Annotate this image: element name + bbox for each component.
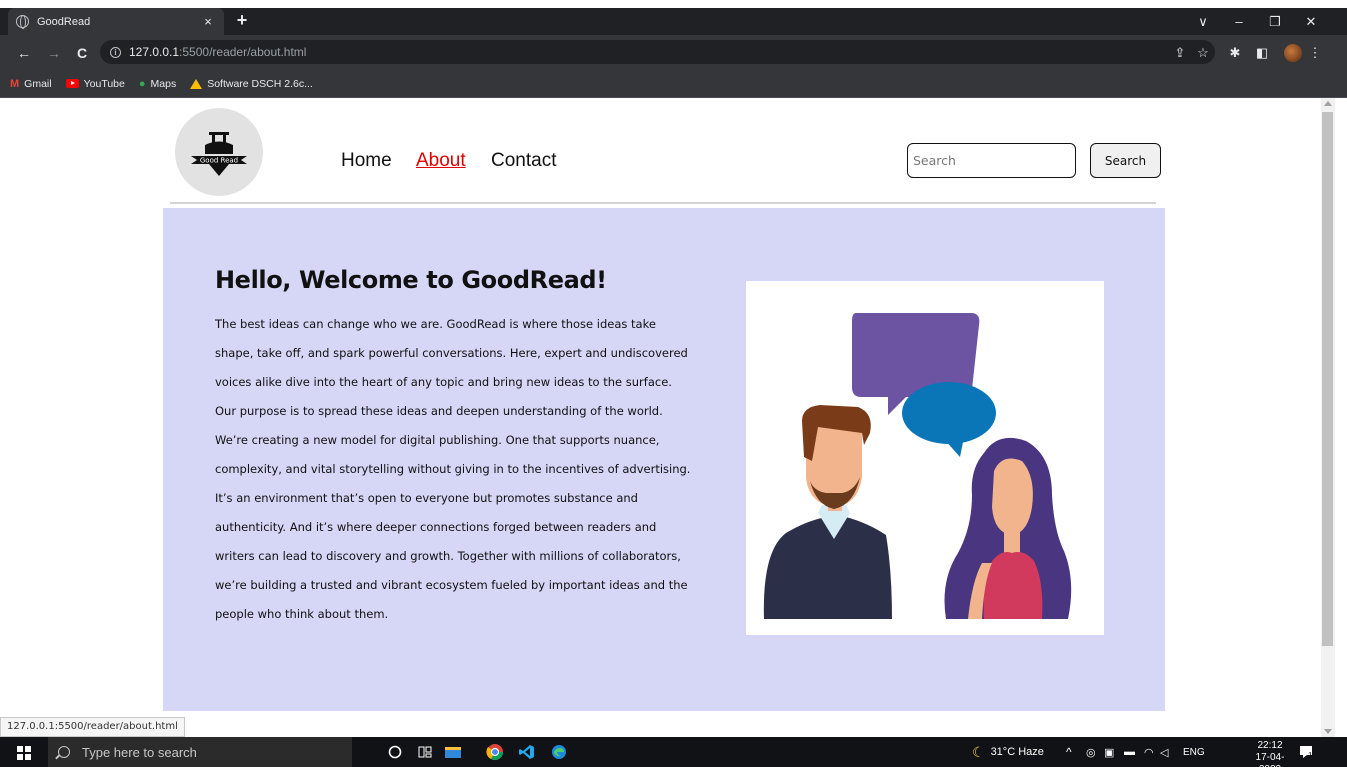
search-button[interactable]: Search — [1090, 143, 1161, 178]
link-status-bubble: 127.0.0.1:5500/reader/about.html — [0, 717, 185, 737]
logo-text: Good Read — [200, 157, 238, 165]
pen-nib-logo-icon: Good Read — [191, 132, 247, 176]
bookmark-label: Maps — [150, 77, 177, 90]
hero-title: Hello, Welcome to GoodRead! — [215, 266, 607, 294]
windows-taskbar: Type here to search ☾ 31°C Haze ^ ◎ ▣ ▬ … — [0, 737, 1347, 767]
taskbar-search[interactable]: Type here to search — [48, 737, 352, 767]
battery-icon[interactable]: ▬ — [1124, 737, 1135, 767]
meet-now-icon[interactable]: ◎ — [1086, 737, 1096, 767]
youtube-icon — [65, 79, 79, 88]
nav-contact[interactable]: Contact — [491, 150, 556, 172]
cropped-top-strip — [0, 0, 1347, 8]
bookmark-gmail[interactable]: M Gmail — [10, 78, 52, 90]
hero-text: The best ideas can change who we are. Go… — [215, 310, 695, 629]
minimize-button[interactable]: – — [1222, 8, 1256, 35]
vscode-icon[interactable] — [516, 742, 538, 762]
tab-close-icon[interactable]: × — [200, 14, 216, 29]
nav-about[interactable]: About — [416, 150, 466, 172]
site-info-icon[interactable]: i — [110, 46, 121, 58]
language-indicator[interactable]: ENG — [1183, 737, 1205, 767]
search-input[interactable] — [907, 143, 1076, 178]
windows-start-icon[interactable] — [17, 746, 31, 760]
chrome-icon[interactable] — [484, 742, 506, 762]
restore-button[interactable]: ❐ — [1258, 8, 1292, 35]
notification-count: 1 — [1308, 750, 1313, 760]
maps-icon: ● — [138, 77, 146, 90]
browser-tab[interactable]: GoodRead × — [8, 8, 224, 35]
header-divider — [170, 202, 1156, 204]
share-icon[interactable]: ⇪ — [1170, 43, 1190, 63]
system-clock[interactable]: 22:12 17-04-2022 — [1250, 740, 1290, 767]
moon-cloud-icon: ☾ — [972, 743, 985, 760]
reload-button[interactable]: C — [72, 43, 92, 63]
bookmark-label: Software DSCH 2.6c... — [207, 77, 313, 90]
url-host: 127.0.0.1 — [129, 45, 180, 59]
bookmarks-bar: M Gmail YouTube ● Maps Software DSCH 2.6… — [0, 70, 1347, 98]
notification-center-icon[interactable]: 1 — [1298, 737, 1312, 767]
scroll-up-icon[interactable] — [1324, 101, 1332, 106]
site-logo[interactable]: Good Read — [175, 108, 263, 196]
taskbar-search-placeholder: Type here to search — [82, 744, 197, 760]
volume-icon[interactable]: ◁ — [1160, 737, 1168, 767]
scroll-down-icon[interactable] — [1324, 729, 1332, 734]
bookmark-youtube[interactable]: YouTube — [65, 77, 125, 90]
nav-home[interactable]: Home — [341, 150, 392, 172]
drive-icon — [190, 78, 203, 89]
page-scrollbar[interactable] — [1321, 98, 1335, 737]
clock-date: 17-04-2022 — [1255, 752, 1285, 767]
bookmark-maps[interactable]: ● Maps — [139, 78, 176, 90]
close-window-button[interactable]: ✕ — [1294, 8, 1328, 35]
new-tab-button[interactable]: + — [232, 10, 252, 32]
browser-toolbar: ← → C i 127.0.0.1:5500/reader/about.html… — [0, 35, 1347, 70]
edge-icon[interactable] — [548, 742, 570, 762]
side-panel-icon[interactable]: ◧ — [1252, 43, 1272, 63]
bookmark-star-icon[interactable]: ☆ — [1193, 43, 1213, 63]
search-icon — [58, 746, 70, 758]
forward-button[interactable]: → — [44, 43, 64, 63]
cortana-icon[interactable] — [384, 742, 406, 762]
two-people-talking-icon — [763, 313, 1072, 619]
profile-avatar-icon[interactable] — [1284, 44, 1302, 62]
weather-text: 31°C Haze — [990, 746, 1044, 758]
bookmark-label: YouTube — [83, 77, 125, 90]
show-hidden-icons[interactable]: ^ — [1066, 737, 1072, 767]
wifi-icon[interactable]: ◠ — [1144, 737, 1154, 767]
browser-tab-bar: GoodRead × + ∨ – ❐ ✕ — [0, 8, 1347, 35]
task-view-icon[interactable] — [414, 742, 436, 762]
file-explorer-icon[interactable] — [442, 742, 464, 762]
bookmark-label: Gmail — [24, 77, 52, 90]
url-path: :5500/reader/about.html — [179, 45, 307, 59]
tab-search-icon[interactable]: ∨ — [1186, 8, 1220, 35]
address-bar[interactable]: i 127.0.0.1:5500/reader/about.html — [100, 40, 1215, 64]
globe-icon — [16, 15, 29, 29]
bookmark-software[interactable]: Software DSCH 2.6c... — [190, 78, 313, 90]
hero-paragraph: The best ideas can change who we are. Go… — [215, 317, 688, 418]
menu-icon[interactable]: ⋮ — [1305, 43, 1325, 63]
scrollbar-thumb[interactable] — [1322, 112, 1333, 646]
clock-time: 22:12 — [1257, 740, 1283, 751]
back-button[interactable]: ← — [14, 43, 34, 63]
extensions-icon[interactable]: ✱ — [1225, 43, 1245, 63]
gmail-icon: M — [10, 77, 20, 90]
page-viewport: Good Read Home About Contact Search Hell… — [0, 98, 1347, 737]
tab-title: GoodRead — [37, 15, 91, 28]
conversation-illustration — [746, 281, 1104, 635]
notification-app-icon[interactable]: ▣ — [1104, 737, 1114, 767]
hero-section: Hello, Welcome to GoodRead! The best ide… — [163, 208, 1165, 711]
weather-widget[interactable]: ☾ 31°C Haze — [972, 737, 1044, 767]
hero-paragraph: We’re creating a new model for digital p… — [215, 433, 691, 621]
